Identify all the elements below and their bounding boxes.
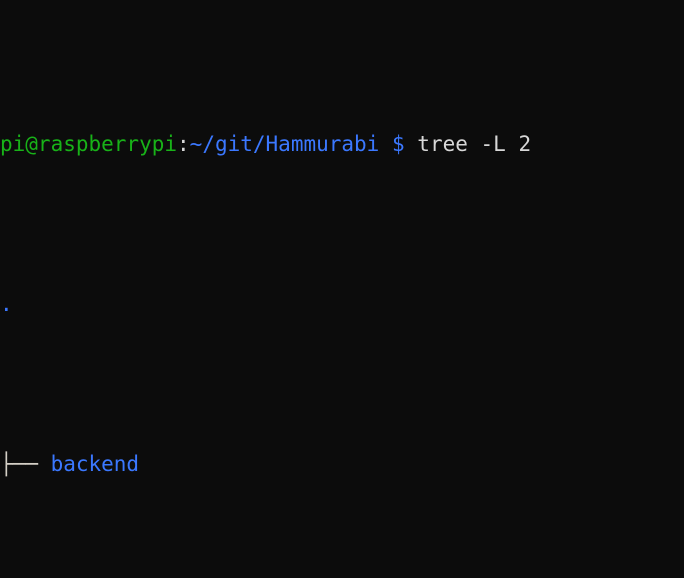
command-tree: tree -L 2 <box>417 132 532 156</box>
tree-branch-glyph: ├── <box>0 452 51 476</box>
tree-root: . <box>0 292 13 316</box>
prompt-path: ~/git/Hammurabi <box>189 132 380 156</box>
prompt-symbol: $ <box>391 132 405 156</box>
tree-entry-name: backend <box>50 452 140 476</box>
prompt-colon: : <box>177 132 190 156</box>
terminal-window[interactable]: pi@raspberrypi:~/git/Hammurabi $ tree -L… <box>0 0 684 578</box>
tree-root-line: . <box>0 288 684 320</box>
prompt-line-tree: pi@raspberrypi:~/git/Hammurabi $ tree -L… <box>0 128 684 160</box>
prompt-user-host: pi@raspberrypi <box>0 132 178 156</box>
prompt-space-2 <box>405 132 418 156</box>
prompt-space-1 <box>379 132 392 156</box>
tree-entry-0: ├── backend <box>0 448 684 480</box>
